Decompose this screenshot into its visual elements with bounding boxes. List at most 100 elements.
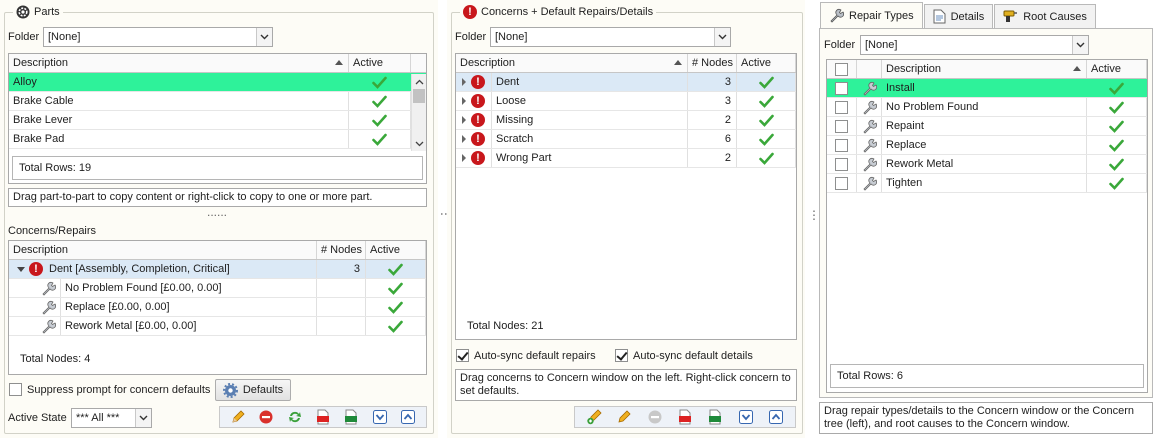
- add-edit-icon[interactable]: [583, 407, 604, 427]
- row-checkbox-cell[interactable]: [827, 174, 857, 192]
- expand-icon[interactable]: [462, 78, 466, 86]
- parts-panel: Parts Folder [None] Description Active A…: [0, 0, 438, 438]
- chevron-down-icon[interactable]: [256, 28, 272, 46]
- horizontal-splitter[interactable]: ......: [207, 205, 227, 219]
- column-header-nodes[interactable]: # Nodes: [688, 54, 737, 72]
- table-row[interactable]: ! Scratch 6: [456, 130, 796, 149]
- tab-details[interactable]: Details: [923, 4, 994, 28]
- move-up-icon[interactable]: [399, 407, 418, 427]
- scroll-up-icon[interactable]: [412, 74, 426, 89]
- parts-scrollbar[interactable]: [411, 74, 426, 151]
- chevron-down-icon[interactable]: [714, 28, 730, 46]
- row-checkbox-cell[interactable]: [827, 98, 857, 116]
- select-all-checkbox[interactable]: [835, 62, 848, 76]
- move-down-icon[interactable]: [735, 407, 756, 427]
- row-nodes: 3: [688, 73, 737, 91]
- row-checkbox-cell[interactable]: [827, 155, 857, 173]
- defaults-button[interactable]: Defaults: [215, 379, 291, 401]
- row-checkbox[interactable]: [835, 176, 848, 190]
- move-up-icon[interactable]: [766, 407, 787, 427]
- select-all-checkbox-cell[interactable]: [827, 60, 857, 78]
- xlsx-export-icon[interactable]: [342, 407, 361, 427]
- auto-sync-details[interactable]: Auto-sync default details: [615, 349, 753, 362]
- alert-icon: !: [29, 262, 43, 276]
- row-checkbox-cell[interactable]: [827, 79, 857, 97]
- parts-title: Parts: [34, 6, 60, 18]
- edit-icon[interactable]: [228, 407, 247, 427]
- delete-icon[interactable]: [256, 407, 275, 427]
- check-icon: [758, 133, 774, 146]
- auto-sync-repairs-checkbox[interactable]: [456, 349, 469, 362]
- table-row[interactable]: ! Missing 2: [456, 111, 796, 130]
- expand-icon[interactable]: [462, 154, 466, 162]
- chevron-down-icon[interactable]: [135, 409, 151, 427]
- column-header-active[interactable]: Active: [366, 241, 426, 259]
- table-row[interactable]: Replace: [827, 136, 1147, 155]
- delete-icon[interactable]: [644, 407, 665, 427]
- edit-icon[interactable]: [613, 407, 634, 427]
- expand-icon[interactable]: [462, 116, 466, 124]
- refresh-icon[interactable]: [285, 407, 304, 427]
- auto-sync-details-checkbox[interactable]: [615, 349, 628, 362]
- table-row[interactable]: Rework Metal: [827, 155, 1147, 174]
- table-row[interactable]: Brake Cable: [9, 92, 426, 111]
- tab-root-causes[interactable]: Root Causes: [994, 4, 1096, 28]
- pdf-export-icon[interactable]: [313, 407, 332, 427]
- gear-icon: [16, 5, 30, 19]
- move-down-icon[interactable]: [370, 407, 389, 427]
- table-row[interactable]: Tighten: [827, 174, 1147, 193]
- table-row[interactable]: Install: [827, 79, 1147, 98]
- xlsx-export-icon[interactable]: [705, 407, 726, 427]
- column-header-description[interactable]: Description: [9, 54, 349, 72]
- tree-row-child[interactable]: Replace [£0.00, 0.00]: [9, 298, 426, 317]
- auto-sync-repairs[interactable]: Auto-sync default repairs: [456, 349, 596, 362]
- column-header-active[interactable]: Active: [1087, 60, 1147, 78]
- tree-row-parent[interactable]: ! Dent [Assembly, Completion, Critical] …: [9, 260, 426, 279]
- table-row[interactable]: ! Dent 3: [456, 73, 796, 92]
- scroll-thumb[interactable]: [413, 89, 425, 103]
- table-row[interactable]: No Problem Found: [827, 98, 1147, 117]
- repair-types-hint: Drag repair types/details to the Concern…: [819, 402, 1153, 434]
- active-state-select[interactable]: *** All ***: [71, 408, 152, 428]
- collapse-icon[interactable]: [17, 266, 25, 272]
- table-row[interactable]: ! Loose 3: [456, 92, 796, 111]
- row-checkbox[interactable]: [835, 119, 848, 133]
- suppress-checkbox-row[interactable]: Suppress prompt for concern defaults: [9, 383, 210, 396]
- row-checkbox[interactable]: [835, 157, 848, 171]
- concerns-folder-select[interactable]: [None]: [490, 27, 731, 47]
- column-header-active[interactable]: Active: [349, 54, 411, 72]
- row-checkbox[interactable]: [835, 138, 848, 152]
- parts-folder-select[interactable]: [None]: [43, 27, 273, 47]
- table-row[interactable]: Brake Pad: [9, 130, 426, 149]
- table-row[interactable]: Brake Lever: [9, 111, 426, 130]
- chevron-down-icon[interactable]: [1072, 36, 1088, 54]
- table-row[interactable]: ! Wrong Part 2: [456, 149, 796, 168]
- row-icon-cell: [857, 79, 882, 97]
- row-description: Install: [882, 79, 1087, 97]
- column-header-description[interactable]: Description: [9, 241, 317, 259]
- right-tabs: Repair Types Details Root Causes: [820, 2, 1097, 28]
- column-header-description[interactable]: Description: [882, 60, 1087, 78]
- pdf-export-icon[interactable]: [674, 407, 695, 427]
- right-folder-select[interactable]: [None]: [860, 35, 1089, 55]
- row-checkbox-cell[interactable]: [827, 117, 857, 135]
- table-row[interactable]: Repaint: [827, 117, 1147, 136]
- check-icon: [1109, 82, 1124, 95]
- column-header-active[interactable]: Active: [737, 54, 796, 72]
- tab-repair-types[interactable]: Repair Types: [820, 2, 923, 28]
- tree-row-child[interactable]: Rework Metal [£0.00, 0.00]: [9, 317, 426, 336]
- column-header-description[interactable]: Description: [456, 54, 688, 72]
- row-checkbox[interactable]: [835, 81, 848, 95]
- scroll-down-icon[interactable]: [412, 136, 426, 151]
- suppress-checkbox[interactable]: [9, 383, 22, 396]
- row-checkbox-cell[interactable]: [827, 136, 857, 154]
- concerns-grid-header: Description # Nodes Active: [456, 54, 796, 73]
- drill-icon: [1003, 10, 1018, 22]
- expand-icon[interactable]: [462, 97, 466, 105]
- column-header-nodes[interactable]: # Nodes: [317, 241, 366, 259]
- tree-row-child[interactable]: No Problem Found [£0.00, 0.00]: [9, 279, 426, 298]
- table-row[interactable]: Alloy: [9, 73, 426, 92]
- check-icon: [758, 95, 774, 108]
- expand-icon[interactable]: [462, 135, 466, 143]
- row-checkbox[interactable]: [835, 100, 848, 114]
